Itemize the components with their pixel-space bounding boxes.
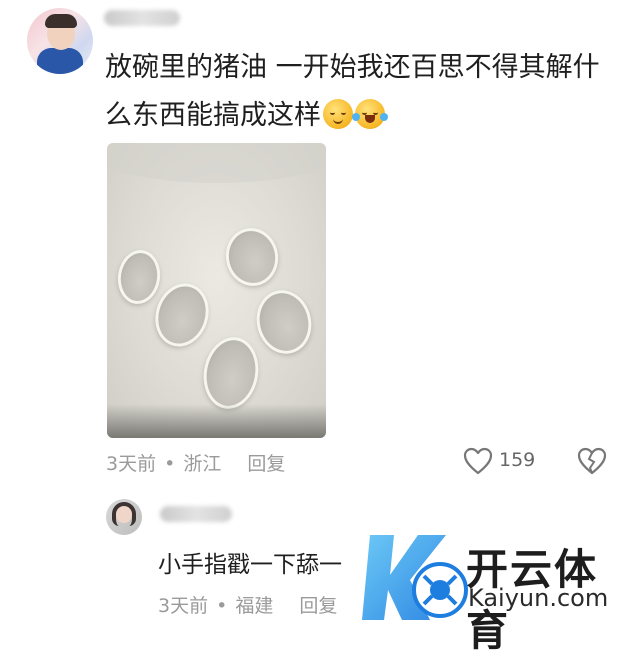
comment-photo[interactable] xyxy=(107,143,326,438)
comment-location: 浙江 xyxy=(183,453,222,475)
commenter-username-blurred[interactable] xyxy=(104,10,180,26)
comment-meta: 3天前 • 浙江 回复 xyxy=(106,449,285,476)
reply-time: 3天前 xyxy=(158,595,209,617)
heart-icon[interactable] xyxy=(463,447,493,475)
rofl-emoji-icon xyxy=(352,99,388,129)
broken-heart-icon[interactable] xyxy=(577,447,607,475)
replier-avatar[interactable] xyxy=(106,499,142,535)
comment-reply-button[interactable]: 回复 xyxy=(247,453,285,475)
reply-location: 福建 xyxy=(235,595,274,617)
reply-reply-button[interactable]: 回复 xyxy=(299,595,337,617)
meta-separator: • xyxy=(164,453,176,475)
meta-separator: • xyxy=(216,595,228,617)
commenter-avatar[interactable] xyxy=(27,8,93,74)
replier-username-blurred[interactable] xyxy=(160,506,232,522)
comment-text: 放碗里的猪油 一开始我还百思不得其解什么东西能搞成这样 xyxy=(105,44,605,140)
watermark-brand-en: Kaiyun.com xyxy=(468,584,609,612)
reply-text: 小手指戳一下舔一 xyxy=(158,552,342,578)
reply-meta: 3天前 • 福建 回复 xyxy=(158,591,337,618)
like-count: 159 xyxy=(499,449,536,471)
comment-time: 3天前 xyxy=(106,453,157,475)
smirk-emoji-icon xyxy=(323,99,353,129)
